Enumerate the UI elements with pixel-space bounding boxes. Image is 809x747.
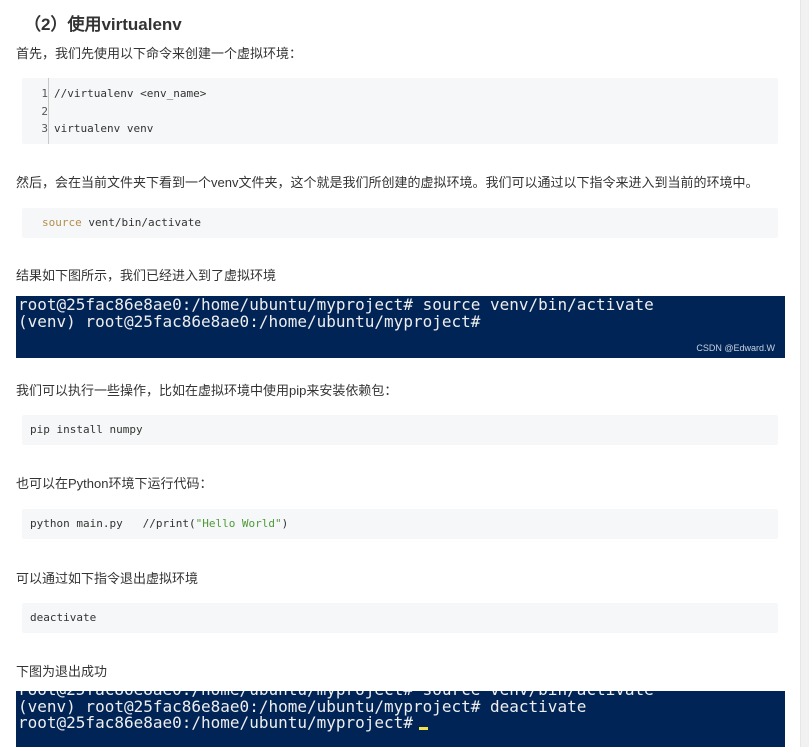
code-block-create-venv[interactable]: 1 //virtualenv <env_name> 2 3 virtualenv… xyxy=(22,78,778,144)
terminal-cursor xyxy=(418,727,428,730)
page-scrollbar[interactable] xyxy=(800,0,809,747)
code-block-activate[interactable]: source vent/bin/activate xyxy=(22,208,778,238)
section-heading: （2）使用virtualenv xyxy=(24,15,182,34)
terminal-line: (venv) root@25fac86e8ae0:/home/ubuntu/my… xyxy=(18,312,481,331)
line-number: 2 xyxy=(41,105,48,118)
code-text: vent/bin/activate xyxy=(81,216,201,229)
install-paragraph: 我们可以执行一些操作，比如在虚拟环境中使用pip来安装依赖包： xyxy=(16,383,398,398)
terminal-screenshot-deactivate: root@25fac86e8ae0:/home/ubuntu/myproject… xyxy=(16,691,785,747)
terminal-line: root@25fac86e8ae0:/home/ubuntu/myproject… xyxy=(18,713,428,732)
code-line: python main.py //print("Hello World") xyxy=(30,517,288,530)
code-line: source vent/bin/activate xyxy=(42,216,201,229)
intro-paragraph: 首先，我们先使用以下命令来创建一个虚拟环境： xyxy=(16,46,303,61)
code-text: ) xyxy=(281,517,289,530)
result-paragraph: 结果如下图所示，我们已经进入到了虚拟环境 xyxy=(16,268,277,283)
code-block-deactivate[interactable]: deactivate xyxy=(22,603,778,633)
exit-success-paragraph: 下图为退出成功 xyxy=(16,664,108,679)
code-line: virtualenv venv xyxy=(54,122,154,135)
deactivate-intro-paragraph: 可以通过如下指令退出虚拟环境 xyxy=(16,571,199,586)
code-text: python main.py //print( xyxy=(30,517,196,530)
terminal-screenshot-activate: root@25fac86e8ae0:/home/ubuntu/myproject… xyxy=(16,296,785,358)
after-create-paragraph: 然后，会在当前文件夹下看到一个venv文件夹，这个就是我们所创建的虚拟环境。我们… xyxy=(16,175,759,190)
code-string: "Hello World" xyxy=(195,517,282,530)
line-number: 1 xyxy=(41,87,48,100)
code-block-python-run[interactable]: python main.py //print("Hello World") xyxy=(22,509,778,539)
code-line: //virtualenv <env_name> xyxy=(54,87,207,100)
code-line: pip install numpy xyxy=(30,423,143,436)
code-keyword: source xyxy=(42,216,82,229)
python-run-paragraph: 也可以在Python环境下运行代码： xyxy=(16,476,213,491)
terminal-prompt: root@25fac86e8ae0:/home/ubuntu/myproject… xyxy=(18,713,413,732)
line-number: 3 xyxy=(41,122,48,135)
code-line: deactivate xyxy=(30,611,97,624)
code-block-pip-install[interactable]: pip install numpy xyxy=(22,415,778,445)
csdn-watermark: CSDN @Edward.W xyxy=(696,343,775,353)
